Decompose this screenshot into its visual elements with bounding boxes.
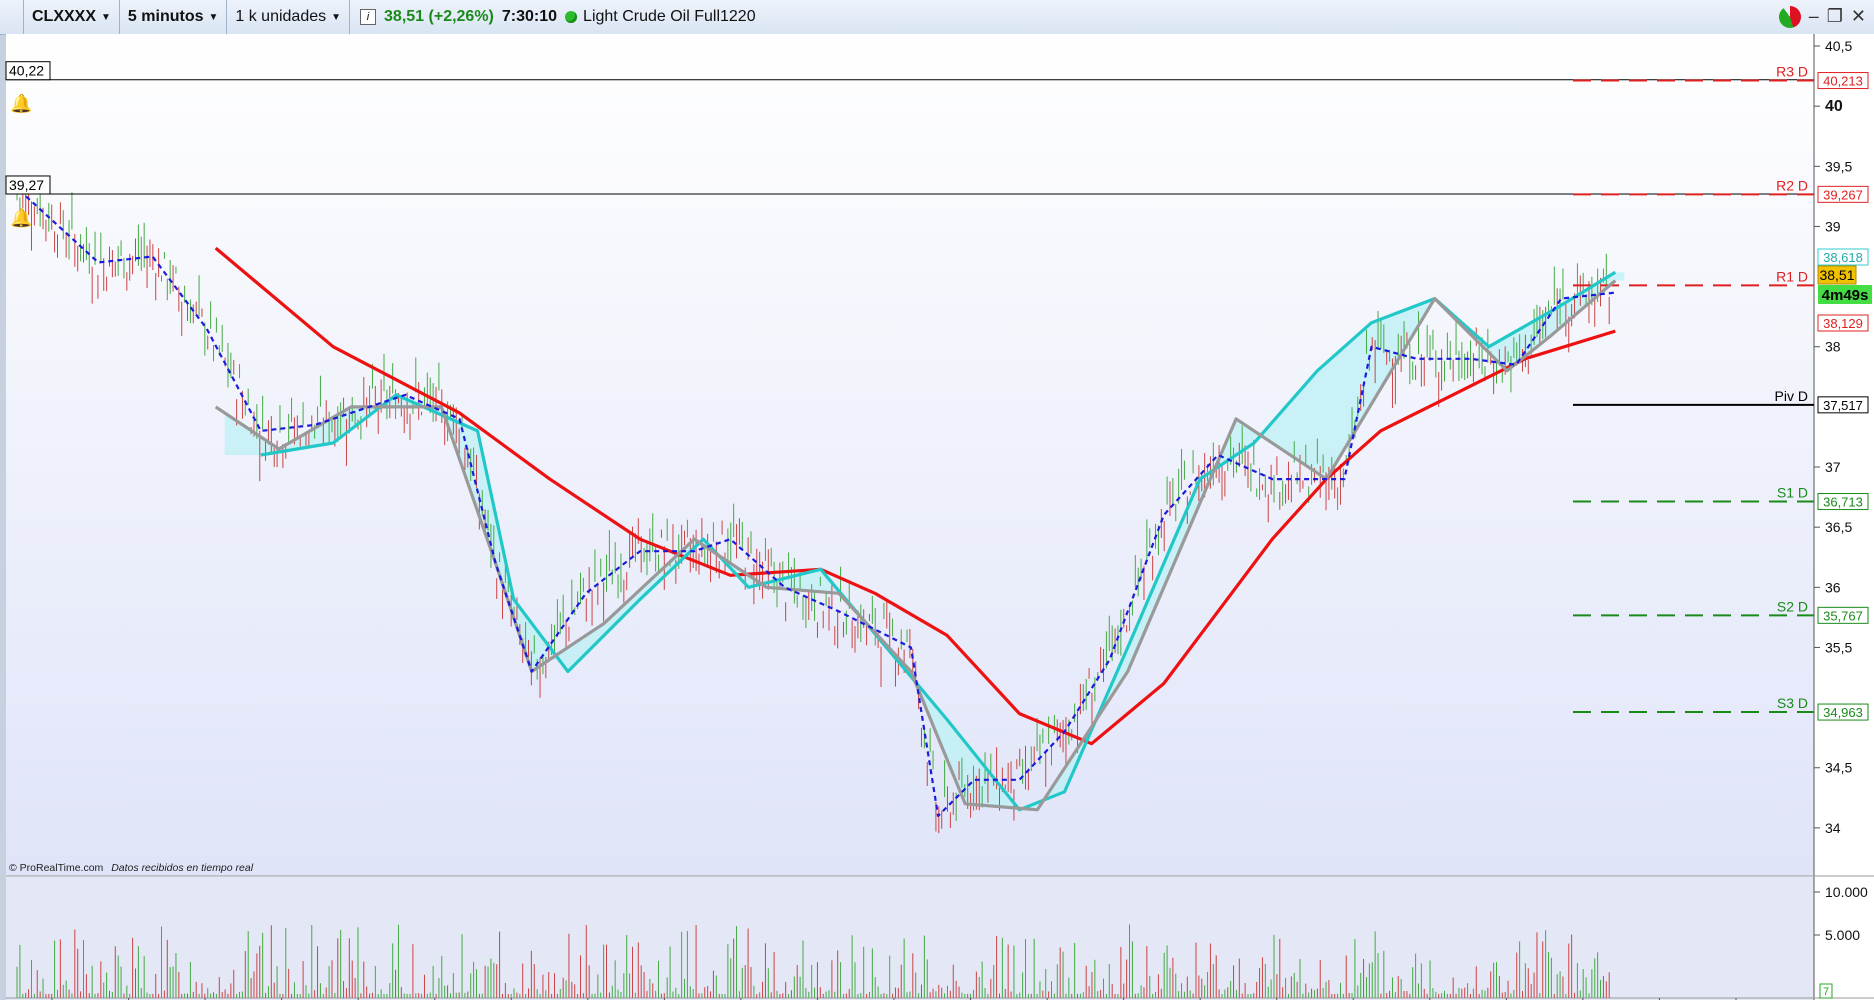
- pivot-name: R3 D: [1776, 64, 1808, 80]
- volume-tick-label: 10.000: [1825, 884, 1868, 900]
- clock-time: 7:30:10: [501, 8, 558, 25]
- cyan-line-tag: 38,618: [1823, 250, 1863, 265]
- alert-bell-icon[interactable]: 🔔: [10, 94, 32, 114]
- pivot-value-label: 39,267: [1823, 187, 1863, 202]
- pivot-name: R2 D: [1776, 177, 1808, 193]
- price-tick-label: 34: [1825, 820, 1841, 836]
- credit-brand: © ProRealTime.com: [9, 862, 104, 874]
- instrument-name: Light Crude Oil Full1220: [583, 8, 756, 25]
- red-ma-tag: 38,129: [1823, 316, 1863, 331]
- current-price-tag: 38,51: [1819, 267, 1854, 283]
- volume-tick-label: 5.000: [1825, 927, 1860, 943]
- pivot-value-label: 37,517: [1823, 398, 1863, 413]
- symbol-selector[interactable]: CLXXXX ▼: [24, 0, 120, 34]
- minimize-icon[interactable]: –: [1809, 6, 1819, 28]
- units-label: 1 k unidades: [235, 8, 327, 25]
- pivot-value-label: 36,713: [1823, 495, 1863, 510]
- pivot-value-label: 35,767: [1823, 608, 1863, 623]
- horizontal-line-label: 39,27: [9, 177, 44, 193]
- restore-icon[interactable]: ❐: [1827, 6, 1843, 28]
- price-tick-label: 40: [1825, 98, 1843, 115]
- countdown-tag: 4m49s: [1822, 287, 1869, 304]
- chevron-down-icon: ▼: [101, 11, 111, 23]
- price-tick-label: 38: [1825, 339, 1841, 355]
- credit-text: Datos recibidos en tiempo real: [111, 862, 253, 874]
- close-icon[interactable]: ✕: [1851, 6, 1866, 28]
- price-tick-label: 36,5: [1825, 519, 1852, 535]
- price-tick-label: 37: [1825, 459, 1841, 475]
- pivot-value-label: 40,213: [1823, 74, 1863, 89]
- pivot-name: S2 D: [1777, 598, 1808, 614]
- info-icon[interactable]: i: [360, 9, 377, 25]
- price-tick-label: 34,5: [1825, 760, 1852, 776]
- price-tick-label: 36: [1825, 579, 1841, 595]
- price-tags: 38,618 38,51 4m49s 38,129: [1817, 248, 1872, 332]
- pivot-name: S1 D: [1777, 485, 1808, 501]
- price-tick-label: 39,5: [1825, 158, 1852, 174]
- units-selector[interactable]: 1 k unidades ▼: [227, 0, 351, 34]
- pivot-name: S3 D: [1777, 695, 1808, 711]
- horizontal-line-label: 40,22: [9, 63, 44, 79]
- window-controls: – ❐ ✕: [1778, 6, 1866, 28]
- pivot-value-label: 34,963: [1823, 705, 1863, 720]
- price-change: 38,51 (+2,26%): [384, 8, 494, 25]
- chart-toolbar: CLXXXX ▼ 5 minutos ▼ 1 k unidades ▼ i 38…: [0, 0, 1874, 35]
- pivot-name: Piv D: [1775, 388, 1808, 404]
- price-axis-bg: [1814, 34, 1874, 1000]
- pivot-name: R1 D: [1776, 268, 1808, 284]
- price-chart[interactable]: 40,22 🔔 39,27 🔔 R3 D 40,213 R2 D 39,267 R1 D Piv…: [0, 34, 1874, 1000]
- svg-text:© ProRealTime.com Datos re: © ProRealTime.com Datos recibidos en tie…: [9, 862, 254, 874]
- refresh-icon[interactable]: [1778, 6, 1801, 28]
- symbol-label: CLXXXX: [32, 8, 97, 25]
- volume-corner-label: 7: [1823, 986, 1829, 998]
- timeframe-selector[interactable]: 5 minutos ▼: [120, 0, 228, 34]
- price-tick-label: 40,5: [1825, 38, 1852, 54]
- price-tick-label: 35,5: [1825, 639, 1852, 655]
- timeframe-label: 5 minutos: [127, 8, 204, 25]
- status-dot-icon: [565, 11, 578, 23]
- toolbar-grip[interactable]: [0, 0, 24, 34]
- alert-bell-icon[interactable]: 🔔: [10, 208, 32, 228]
- price-tick-label: 39: [1825, 218, 1841, 234]
- chevron-down-icon: ▼: [208, 11, 219, 23]
- chevron-down-icon: ▼: [331, 11, 342, 23]
